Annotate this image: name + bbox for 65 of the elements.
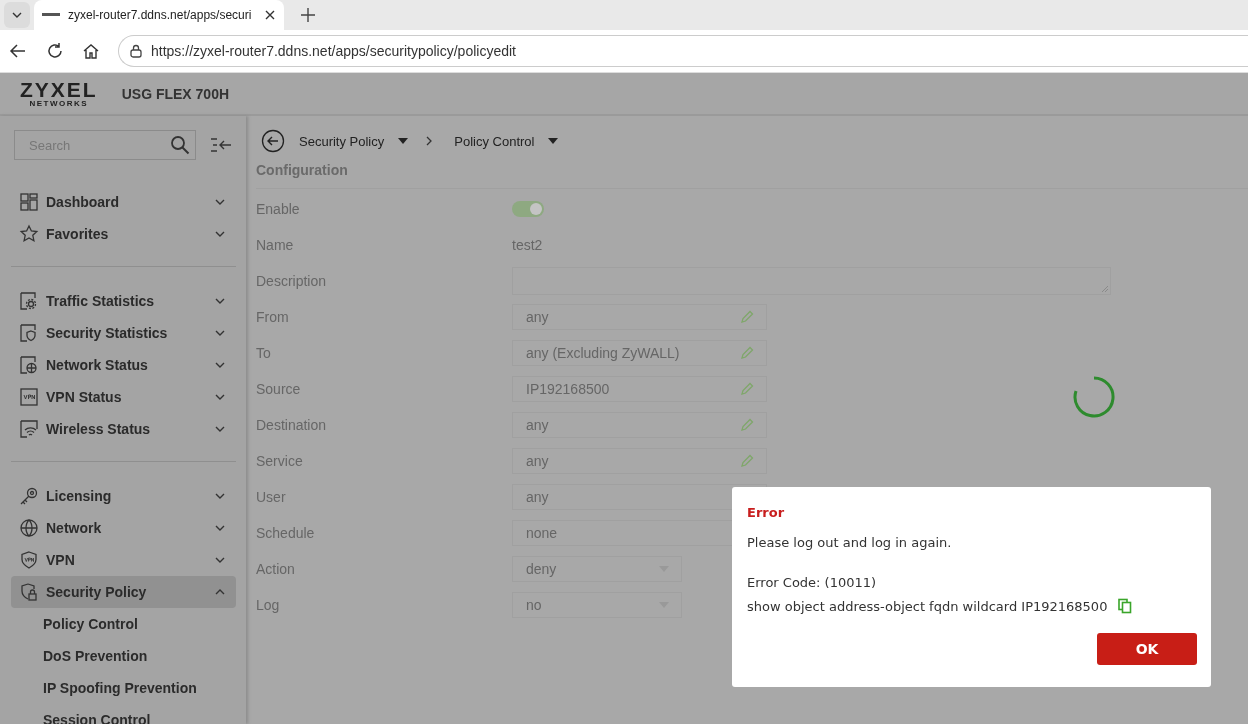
nav-item[interactable]: Security Policy bbox=[11, 576, 236, 608]
nav-item[interactable]: Security Statistics bbox=[11, 317, 236, 349]
star-icon bbox=[19, 224, 39, 244]
collapse-menu-icon[interactable] bbox=[210, 137, 232, 153]
tab-list-button[interactable] bbox=[4, 2, 30, 28]
breadcrumb-dropdown[interactable]: Policy Control bbox=[454, 133, 559, 149]
field-label: Name bbox=[256, 237, 295, 253]
shield-icon bbox=[19, 323, 39, 343]
browser-tab[interactable]: zyxel-router7.ddns.net/apps/securi bbox=[34, 0, 284, 30]
field-label: Destination bbox=[256, 417, 328, 433]
back-icon[interactable] bbox=[261, 129, 285, 153]
reload-icon[interactable] bbox=[46, 42, 64, 60]
caret-icon bbox=[548, 138, 559, 144]
tab-title: zyxel-router7.ddns.net/apps/securi bbox=[68, 8, 253, 22]
caret-icon bbox=[398, 138, 409, 144]
nav-item[interactable]: Traffic Statistics bbox=[11, 285, 236, 317]
field-label: Source bbox=[256, 381, 302, 397]
search-icon[interactable] bbox=[170, 135, 190, 155]
nav-item[interactable]: VPN Status bbox=[11, 381, 236, 413]
nav-item[interactable]: Wireless Status bbox=[11, 413, 236, 445]
resize-grip-icon[interactable] bbox=[1101, 285, 1109, 293]
globe-doc-icon bbox=[19, 355, 39, 375]
field-label: To bbox=[256, 345, 272, 361]
nav-subitem[interactable]: IP Spoofing Prevention bbox=[11, 672, 236, 704]
key-icon bbox=[19, 486, 39, 506]
breadcrumb-dropdown[interactable]: Security Policy bbox=[299, 133, 409, 149]
nav-item[interactable]: Network Status bbox=[11, 349, 236, 381]
new-tab-icon[interactable] bbox=[300, 7, 316, 23]
device-name: USG FLEX 700H bbox=[121, 85, 230, 102]
nav-item[interactable]: Favorites bbox=[11, 218, 236, 250]
nav-item[interactable]: Network bbox=[11, 512, 236, 544]
close-icon[interactable] bbox=[264, 9, 276, 21]
wifi-icon bbox=[19, 419, 39, 439]
error-detail: show object address-object fqdn wildcard IP192168500 bbox=[747, 598, 1108, 614]
lock-icon bbox=[129, 44, 143, 58]
ok-button[interactable]: OK bbox=[1097, 633, 1197, 665]
globe-icon bbox=[19, 518, 39, 538]
enable-toggle[interactable] bbox=[512, 201, 544, 217]
brand-subtitle: NETWORKS bbox=[29, 100, 89, 108]
field-label: Service bbox=[256, 453, 304, 469]
home-icon[interactable] bbox=[82, 42, 100, 60]
field-value: test2 bbox=[512, 237, 543, 253]
gear-icon bbox=[19, 291, 39, 311]
nav-item[interactable]: Licensing bbox=[11, 480, 236, 512]
field-label: Enable bbox=[256, 201, 301, 217]
field-label: Action bbox=[256, 561, 296, 577]
loading-spinner-icon bbox=[1073, 376, 1115, 418]
nav-item[interactable]: Dashboard bbox=[11, 186, 236, 218]
grid-icon bbox=[19, 192, 39, 212]
description-field[interactable] bbox=[512, 267, 1111, 295]
field-label: From bbox=[256, 309, 290, 325]
field-label: Log bbox=[256, 597, 281, 613]
field-label: Description bbox=[256, 273, 328, 289]
brand-logo: ZYXEL bbox=[20, 79, 98, 100]
nav-subitem[interactable]: DoS Prevention bbox=[11, 640, 236, 672]
copy-icon[interactable] bbox=[1117, 598, 1134, 614]
shield-lock-icon bbox=[19, 582, 39, 602]
nav-subitem[interactable]: Policy Control bbox=[11, 608, 236, 640]
section-title: Configuration bbox=[256, 162, 349, 178]
vpn-icon bbox=[19, 550, 39, 570]
field-label: Schedule bbox=[256, 525, 316, 541]
error-code: Error Code: (10011) bbox=[747, 575, 878, 590]
field-label: User bbox=[256, 489, 287, 505]
vpn-doc-icon bbox=[19, 387, 39, 407]
nav-item[interactable]: VPN bbox=[11, 544, 236, 576]
